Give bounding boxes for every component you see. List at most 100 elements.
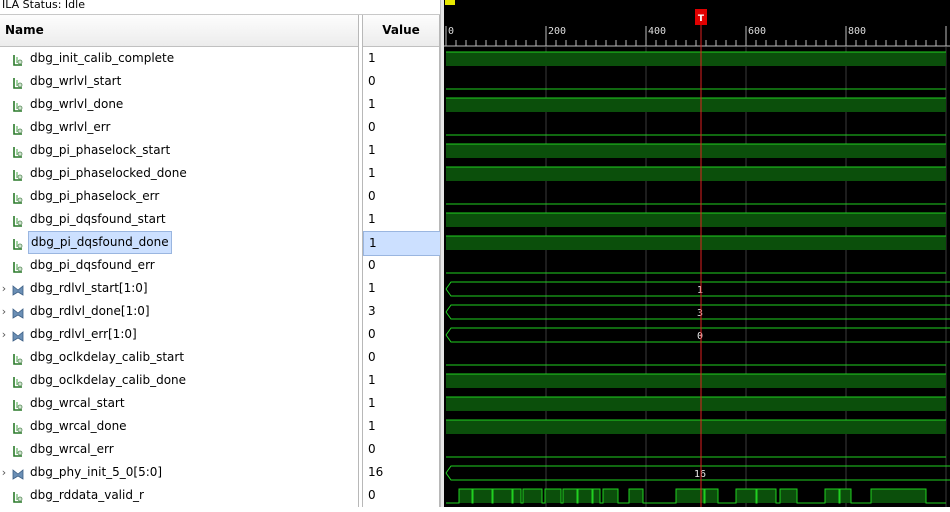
expand-chevron-icon[interactable]: ›: [0, 323, 8, 346]
signal-row[interactable]: › dbg_phy_init_5_0[5:0]: [0, 461, 358, 484]
bus-trace[interactable]: 3: [445, 304, 950, 320]
bus-signal-icon: [12, 282, 24, 296]
signal-value: 0: [368, 74, 376, 88]
single-bit-signal-icon: [12, 489, 24, 503]
waveform-canvas[interactable]: 0 200 400 600 800 1 3 0 16 T: [444, 0, 950, 507]
high-level-fill: [563, 489, 577, 503]
bus-value-label: 0: [697, 331, 703, 342]
signal-value-cell[interactable]: 0: [363, 254, 439, 277]
high-level-fill: [446, 397, 946, 411]
single-bit-signal-icon: [12, 236, 24, 250]
high-level-fill: [446, 98, 946, 112]
signal-row[interactable]: dbg_pi_dqsfound_start: [0, 208, 358, 231]
bit-trace[interactable]: [446, 419, 946, 434]
signal-row[interactable]: dbg_wrcal_done: [0, 415, 358, 438]
bit-trace[interactable]: [446, 235, 946, 250]
signal-name-panel: Name dbg_init_calib_complete dbg_wrlvl_st…: [0, 15, 359, 507]
signal-row[interactable]: dbg_wrlvl_start: [0, 70, 358, 93]
bus-trace[interactable]: 16: [445, 465, 950, 481]
signal-value: 16: [368, 465, 384, 479]
signal-value: 1: [368, 166, 376, 180]
single-bit-signal-icon: [12, 374, 24, 388]
signal-row[interactable]: dbg_wrcal_err: [0, 438, 358, 461]
signal-value-cell[interactable]: 1: [363, 231, 441, 256]
signal-value: 1: [368, 97, 376, 111]
bus-signal-icon: [12, 466, 24, 480]
expand-chevron-icon[interactable]: ›: [0, 277, 8, 300]
ruler-tick-label: 600: [748, 26, 766, 37]
signal-name: dbg_pi_phaselock_start: [30, 143, 171, 157]
signal-value-cell[interactable]: 1: [363, 369, 439, 392]
bit-trace[interactable]: [446, 51, 946, 66]
signal-row[interactable]: dbg_init_calib_complete: [0, 47, 358, 70]
signal-row[interactable]: dbg_oclkdelay_calib_start: [0, 346, 358, 369]
signal-row[interactable]: › dbg_rdlvl_err[1:0]: [0, 323, 358, 346]
signal-traces[interactable]: 1 3 0 16: [445, 51, 950, 504]
signal-value-cell[interactable]: 1: [363, 139, 439, 162]
single-bit-signal-icon: [12, 98, 24, 112]
bit-trace[interactable]: [446, 97, 946, 112]
value-column-header[interactable]: Value: [363, 15, 439, 47]
bit-trace[interactable]: [446, 143, 946, 158]
signal-value-cell[interactable]: 3: [363, 300, 439, 323]
signal-row[interactable]: dbg_pi_phaselock_err: [0, 185, 358, 208]
high-level-fill: [757, 489, 776, 503]
signal-value: 1: [368, 143, 376, 157]
signal-value-cell[interactable]: 0: [363, 323, 439, 346]
signal-row[interactable]: › dbg_rdlvl_done[1:0]: [0, 300, 358, 323]
signal-value-cell[interactable]: 0: [363, 484, 439, 507]
high-level-fill: [446, 420, 946, 434]
high-level-fill: [523, 489, 542, 503]
signal-name: dbg_pi_dqsfound_done: [28, 231, 172, 254]
waveform-viewer[interactable]: 0 200 400 600 800 1 3 0 16 T: [444, 0, 950, 507]
expand-chevron-icon[interactable]: ›: [0, 300, 8, 323]
signal-value-cell[interactable]: 0: [363, 438, 439, 461]
signal-value-cell[interactable]: 0: [363, 116, 439, 139]
signal-value-cell[interactable]: 1: [363, 47, 439, 70]
signal-value-cell[interactable]: 16: [363, 461, 439, 484]
signal-row[interactable]: dbg_pi_phaselock_start: [0, 139, 358, 162]
high-level-fill: [446, 144, 946, 158]
bit-trace[interactable]: [446, 396, 946, 411]
signal-name: dbg_wrlvl_err: [30, 120, 111, 134]
signal-value-cell[interactable]: 1: [363, 162, 439, 185]
bus-trace[interactable]: 1: [445, 281, 950, 297]
ila-status-label: ILA Status:: [2, 0, 62, 11]
signal-row[interactable]: dbg_wrlvl_done: [0, 93, 358, 116]
signal-value-cell[interactable]: 1: [363, 277, 439, 300]
high-level-fill: [446, 236, 946, 250]
single-bit-signal-icon: [12, 190, 24, 204]
signal-value: 0: [368, 488, 376, 502]
high-level-fill: [825, 489, 839, 503]
ila-status-bar: ILA Status: Idle: [0, 0, 442, 15]
signal-row[interactable]: dbg_rddata_valid_r: [0, 484, 358, 507]
signal-value-cell[interactable]: 0: [363, 346, 439, 369]
name-column-header[interactable]: Name: [0, 15, 358, 47]
high-level-fill: [513, 489, 521, 503]
signal-row[interactable]: dbg_wrcal_start: [0, 392, 358, 415]
high-level-fill: [446, 167, 946, 181]
signal-row[interactable]: dbg_pi_dqsfound_err: [0, 254, 358, 277]
signal-value-cell[interactable]: 1: [363, 208, 439, 231]
bit-trace[interactable]: [446, 166, 946, 181]
cursor-label: T: [698, 14, 705, 24]
signal-value-cell[interactable]: 0: [363, 185, 439, 208]
signal-value-cell[interactable]: 1: [363, 392, 439, 415]
single-bit-signal-icon: [12, 351, 24, 365]
expand-chevron-icon[interactable]: ›: [0, 461, 8, 484]
signal-value-cell[interactable]: 1: [363, 93, 439, 116]
bit-trace[interactable]: [446, 212, 946, 227]
signal-value-cell[interactable]: 0: [363, 70, 439, 93]
signal-value: 0: [368, 258, 376, 272]
signal-value-cell[interactable]: 1: [363, 415, 439, 438]
signal-row[interactable]: › dbg_rdlvl_start[1:0]: [0, 277, 358, 300]
bit-trace[interactable]: [446, 488, 946, 504]
bus-trace[interactable]: 0: [445, 327, 950, 343]
signal-value: 3: [368, 304, 376, 318]
signal-row[interactable]: dbg_wrlvl_err: [0, 116, 358, 139]
signal-row[interactable]: dbg_pi_dqsfound_done: [0, 231, 358, 254]
signal-row[interactable]: dbg_pi_phaselocked_done: [0, 162, 358, 185]
signal-row[interactable]: dbg_oclkdelay_calib_done: [0, 369, 358, 392]
single-bit-signal-icon: [12, 443, 24, 457]
bit-trace[interactable]: [446, 373, 946, 388]
